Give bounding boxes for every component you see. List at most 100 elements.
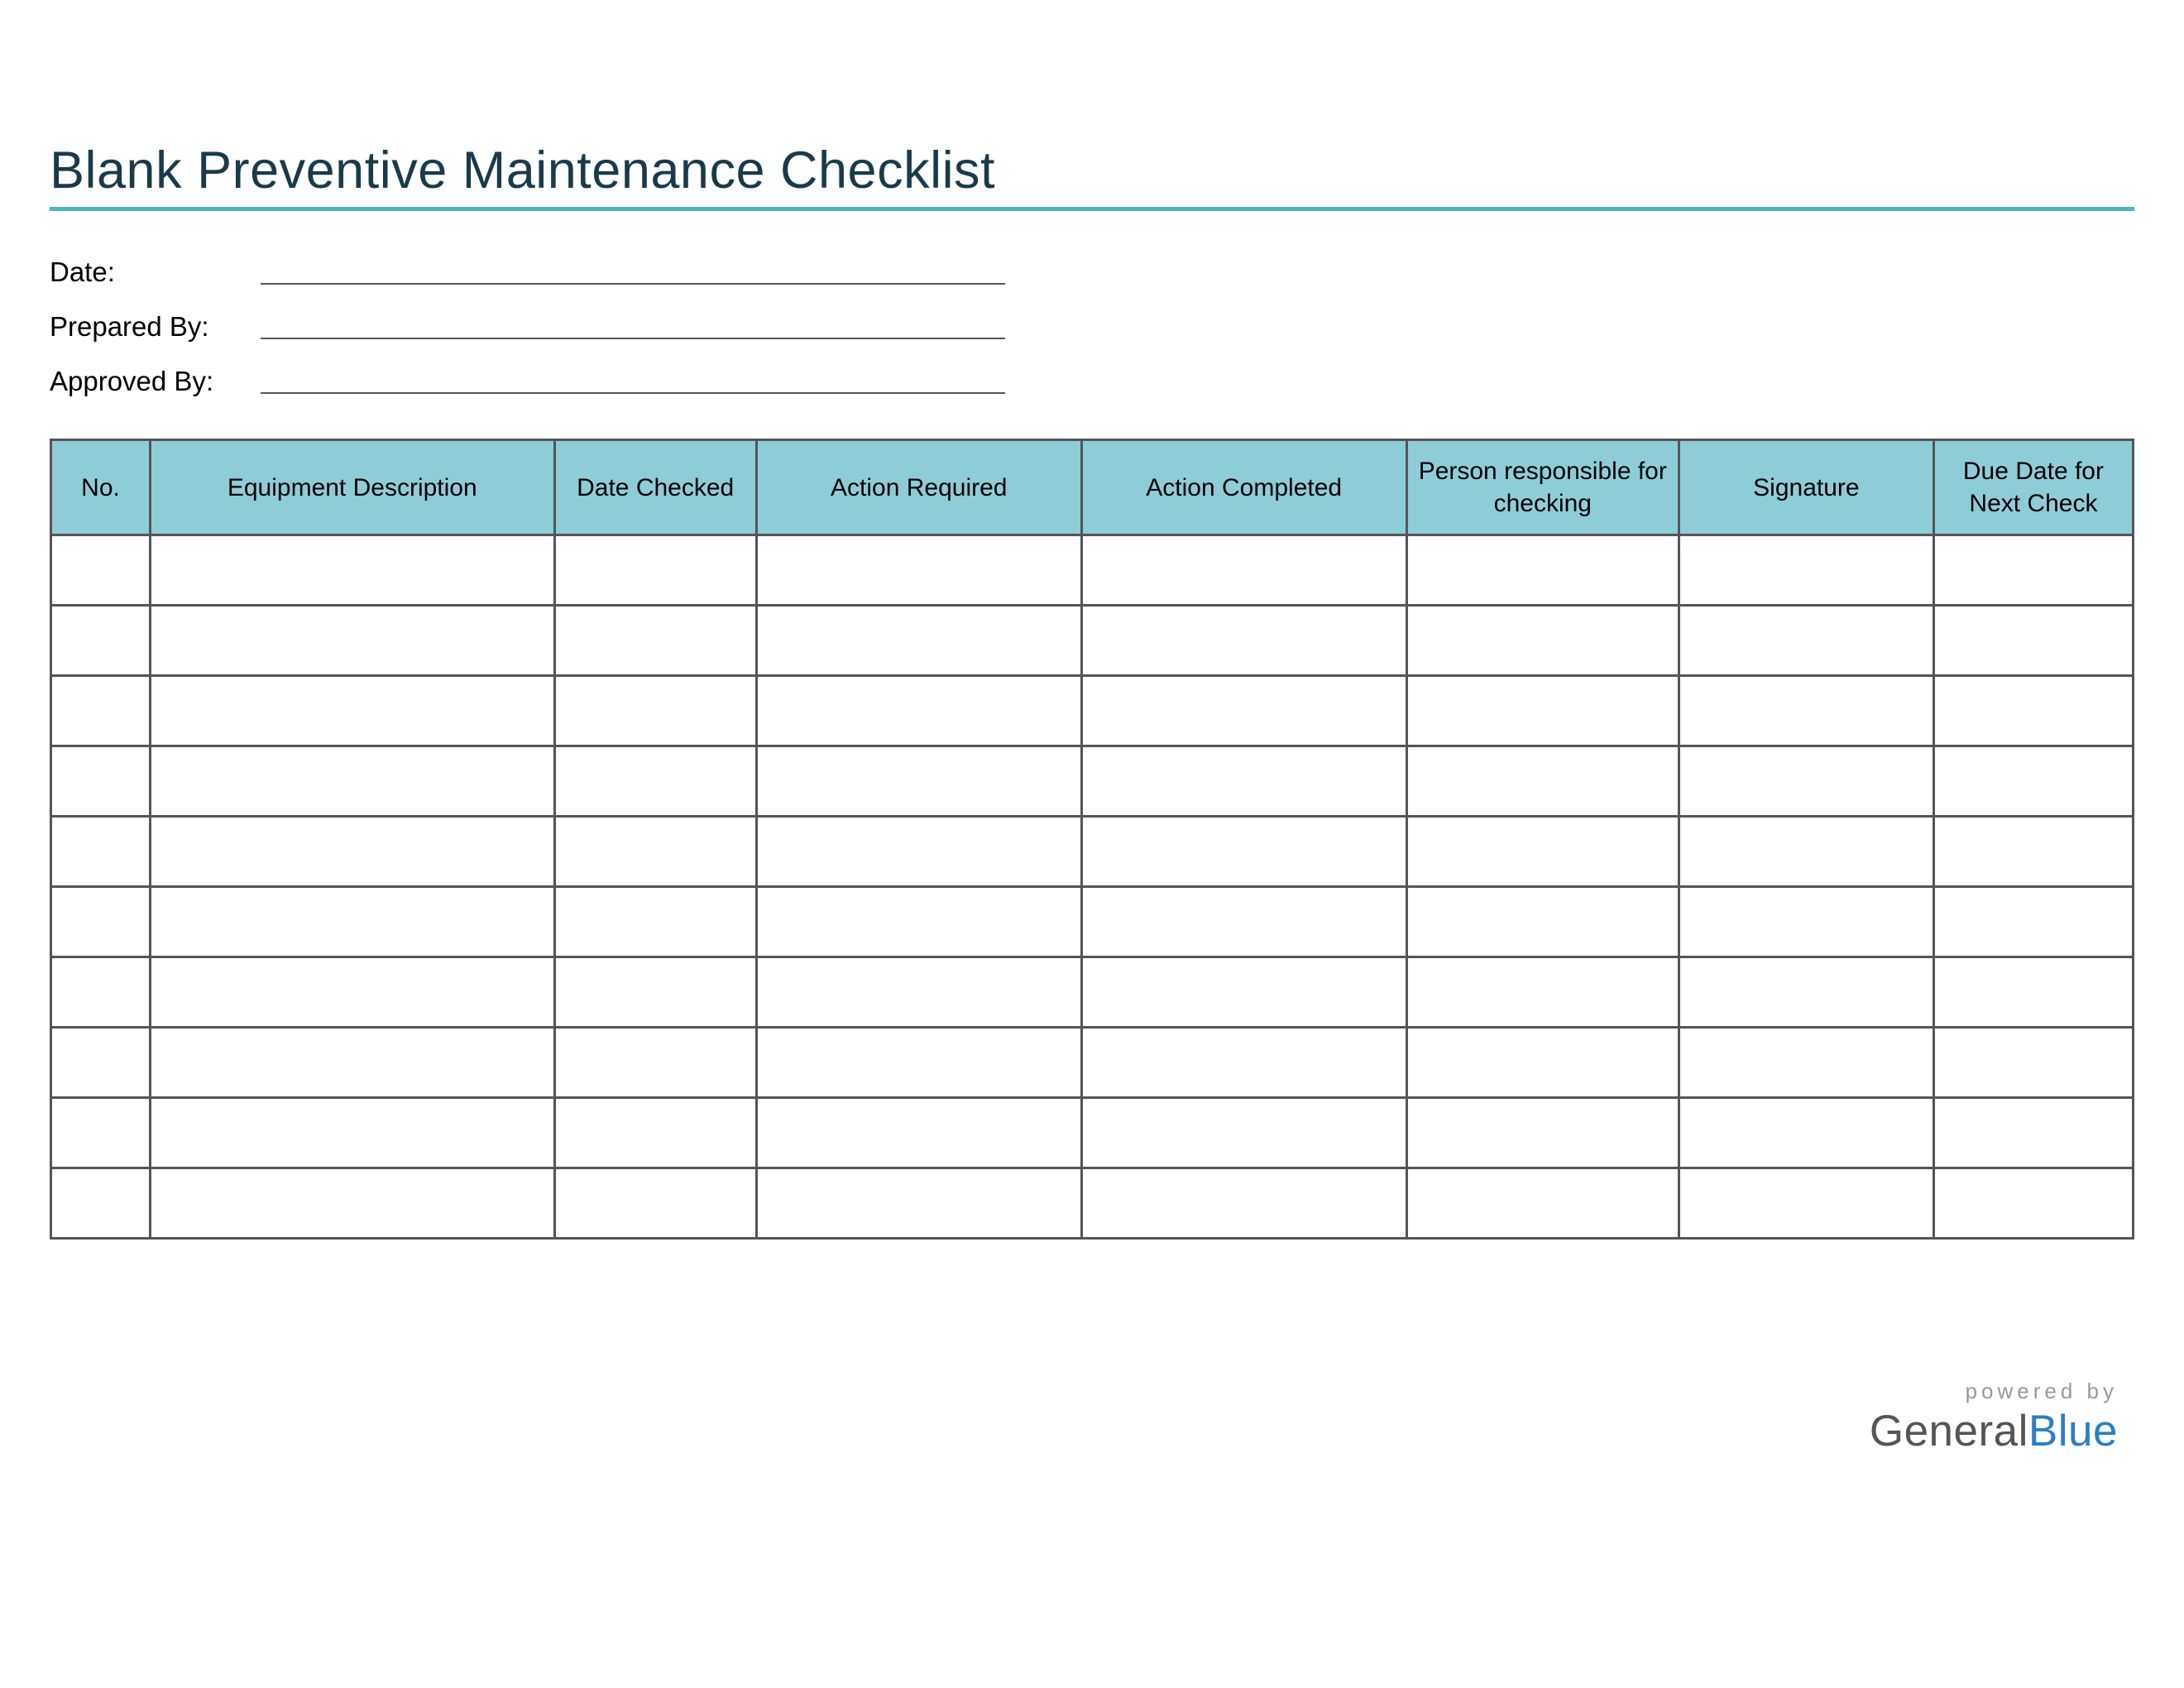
table-cell[interactable] [1406,676,1679,746]
table-cell[interactable] [151,1098,555,1168]
table-cell[interactable] [554,1028,756,1098]
table-cell[interactable] [756,1028,1081,1098]
table-cell[interactable] [1679,887,1933,957]
table-cell[interactable] [1081,957,1406,1028]
table-cell[interactable] [1081,606,1406,676]
table-cell[interactable] [756,535,1081,606]
table-cell[interactable] [1406,606,1679,676]
table-cell[interactable] [554,957,756,1028]
table-cell[interactable] [554,887,756,957]
table-cell[interactable] [1679,1098,1933,1168]
table-cell[interactable] [756,606,1081,676]
table-cell[interactable] [1406,1168,1679,1239]
table-cell[interactable] [1933,817,2133,887]
table-cell[interactable] [151,1028,555,1098]
table-cell[interactable] [1679,1168,1933,1239]
table-cell[interactable] [51,606,151,676]
header-person-responsible: Person responsible for checking [1406,440,1679,535]
brand-general-text: General [1870,1407,2028,1455]
table-cell[interactable] [554,817,756,887]
table-cell[interactable] [1406,817,1679,887]
table-cell[interactable] [1081,535,1406,606]
header-action-completed: Action Completed [1081,440,1406,535]
table-cell[interactable] [1081,746,1406,817]
table-cell[interactable] [554,535,756,606]
title-underline [50,207,2134,211]
header-equipment: Equipment Description [151,440,555,535]
table-row [51,746,2134,817]
table-cell[interactable] [1933,887,2133,957]
brand-blue-text: Blue [2028,1407,2118,1455]
table-cell[interactable] [756,746,1081,817]
table-cell[interactable] [1679,1028,1933,1098]
table-cell[interactable] [1933,957,2133,1028]
table-cell[interactable] [151,957,555,1028]
table-cell[interactable] [51,1028,151,1098]
table-cell[interactable] [554,746,756,817]
prepared-by-input-line[interactable] [261,338,1005,339]
table-cell[interactable] [554,606,756,676]
table-cell[interactable] [1081,1098,1406,1168]
table-cell[interactable] [51,676,151,746]
table-cell[interactable] [151,1168,555,1239]
table-row [51,676,2134,746]
table-cell[interactable] [1081,887,1406,957]
header-date-checked: Date Checked [554,440,756,535]
table-cell[interactable] [1679,957,1933,1028]
table-cell[interactable] [1679,676,1933,746]
prepared-by-label: Prepared By: [50,311,261,343]
table-cell[interactable] [1406,746,1679,817]
table-cell[interactable] [756,1098,1081,1168]
table-cell[interactable] [1933,676,2133,746]
table-cell[interactable] [1679,535,1933,606]
table-cell[interactable] [151,887,555,957]
table-cell[interactable] [756,1168,1081,1239]
table-cell[interactable] [1406,1098,1679,1168]
table-cell[interactable] [554,676,756,746]
table-cell[interactable] [756,676,1081,746]
table-row [51,957,2134,1028]
date-input-line[interactable] [261,283,1005,285]
table-cell[interactable] [1406,535,1679,606]
table-row [51,887,2134,957]
table-cell[interactable] [1081,817,1406,887]
table-cell[interactable] [51,746,151,817]
table-cell[interactable] [51,957,151,1028]
table-row [51,817,2134,887]
table-cell[interactable] [756,957,1081,1028]
table-cell[interactable] [51,887,151,957]
table-cell[interactable] [51,1098,151,1168]
table-cell[interactable] [51,817,151,887]
table-cell[interactable] [51,1168,151,1239]
table-cell[interactable] [51,535,151,606]
table-cell[interactable] [151,606,555,676]
table-cell[interactable] [1679,606,1933,676]
table-cell[interactable] [1081,1168,1406,1239]
table-cell[interactable] [1933,746,2133,817]
table-cell[interactable] [1933,1168,2133,1239]
table-cell[interactable] [1406,887,1679,957]
table-row [51,1168,2134,1239]
table-cell[interactable] [1933,1028,2133,1098]
approved-by-input-line[interactable] [261,392,1005,394]
footer: powered by GeneralBlue [1870,1379,2118,1456]
table-cell[interactable] [1933,535,2133,606]
table-cell[interactable] [554,1098,756,1168]
table-cell[interactable] [1933,1098,2133,1168]
table-cell[interactable] [151,676,555,746]
table-cell[interactable] [1679,746,1933,817]
table-cell[interactable] [1679,817,1933,887]
table-cell[interactable] [1933,606,2133,676]
table-cell[interactable] [1406,1028,1679,1098]
table-cell[interactable] [1406,957,1679,1028]
table-cell[interactable] [756,817,1081,887]
table-cell[interactable] [151,746,555,817]
header-due-date: Due Date for Next Check [1933,440,2133,535]
approved-by-label: Approved By: [50,366,261,397]
table-cell[interactable] [554,1168,756,1239]
table-cell[interactable] [151,817,555,887]
table-cell[interactable] [1081,676,1406,746]
table-cell[interactable] [1081,1028,1406,1098]
table-cell[interactable] [756,887,1081,957]
table-cell[interactable] [151,535,555,606]
